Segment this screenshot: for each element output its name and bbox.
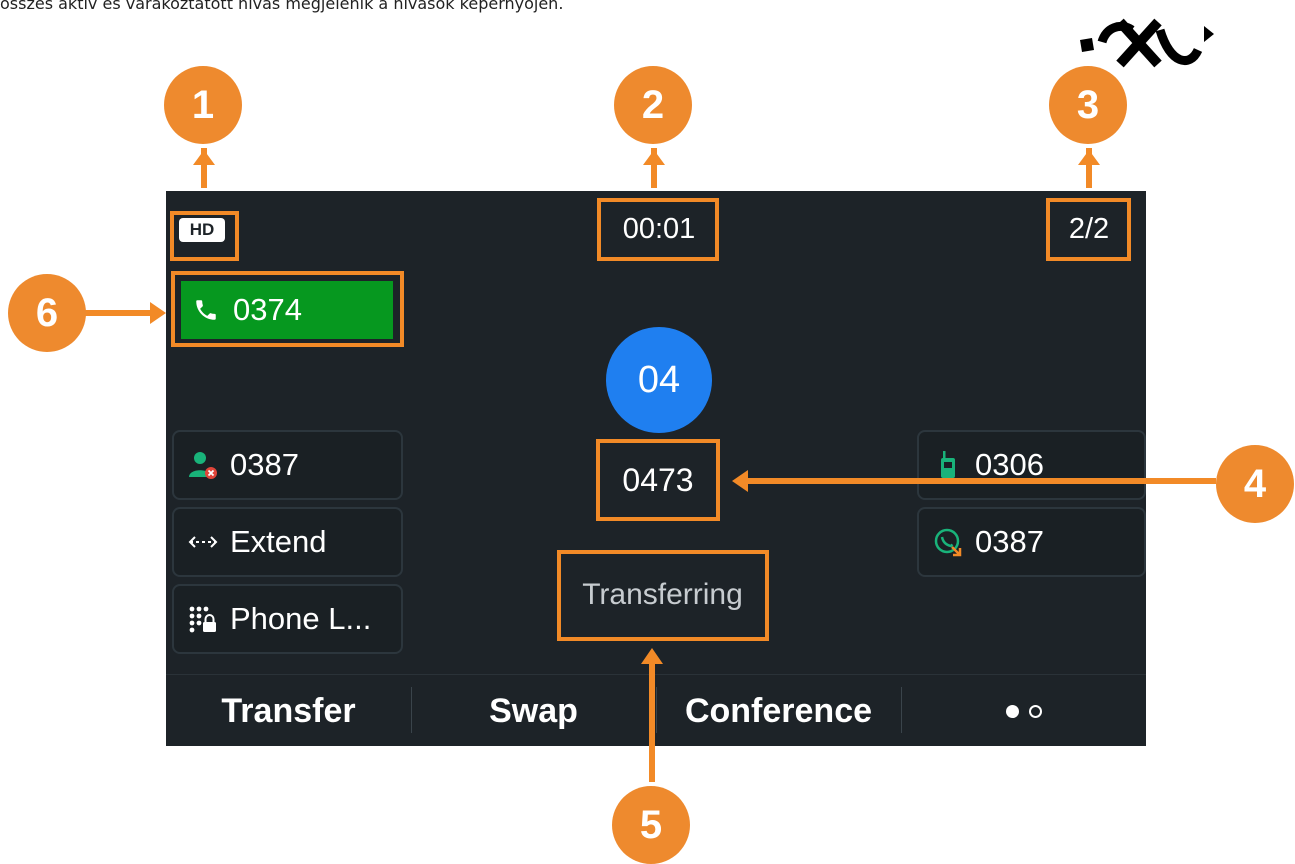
callout-3: 3 [1049,66,1127,144]
callout-2: 2 [614,66,692,144]
callout-4: 4 [1216,445,1294,523]
callout-1: 1 [164,66,242,144]
callout-6: 6 [8,274,86,352]
callout-5: 5 [612,786,690,864]
